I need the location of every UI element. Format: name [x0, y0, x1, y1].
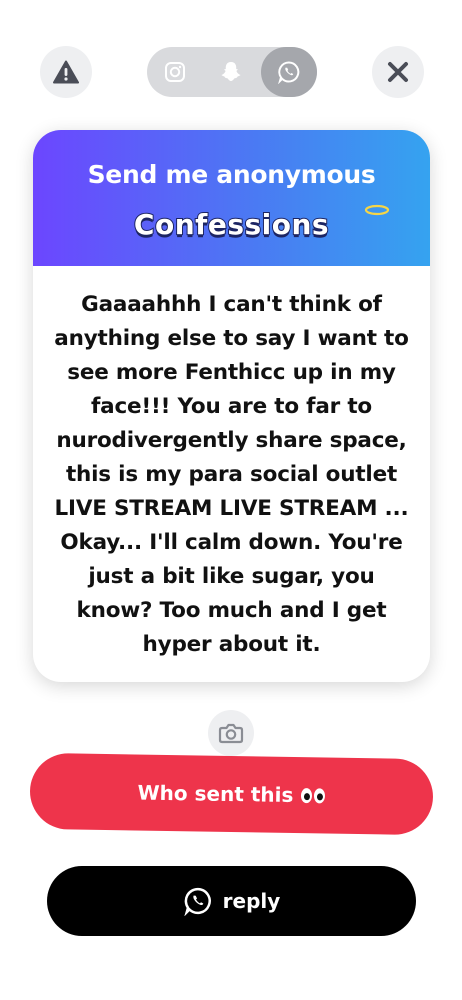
share-platform-switcher	[147, 47, 317, 97]
screenshot-button[interactable]	[208, 710, 254, 756]
who-sent-this-button[interactable]: Who sent this	[29, 752, 434, 836]
reply-label: reply	[222, 889, 281, 913]
halo-icon	[364, 204, 390, 216]
whatsapp-icon	[278, 61, 300, 84]
reply-button[interactable]: reply	[47, 866, 416, 936]
confession-message: Gaaaahhh I can't think of anything else …	[54, 292, 409, 657]
share-whatsapp-button[interactable]	[261, 47, 317, 97]
report-button[interactable]	[40, 46, 92, 98]
share-instagram-button[interactable]	[147, 47, 203, 97]
close-button[interactable]	[372, 46, 424, 98]
close-x-icon	[388, 62, 408, 82]
eyes-icon	[301, 787, 326, 803]
confession-card: Send me anonymous Confessions Gaaaahhh I…	[33, 130, 430, 682]
warning-triangle-icon	[53, 60, 79, 84]
who-sent-this-label: Who sent this	[137, 780, 294, 807]
snapchat-icon	[221, 62, 241, 81]
confessions-logo-text: Confessions	[133, 207, 330, 242]
header-title: Send me anonymous	[87, 160, 376, 189]
whatsapp-icon	[184, 887, 211, 916]
card-header: Send me anonymous Confessions	[33, 130, 430, 266]
instagram-icon	[165, 62, 185, 82]
share-snapchat-button[interactable]	[203, 47, 259, 97]
camera-icon	[218, 723, 244, 744]
